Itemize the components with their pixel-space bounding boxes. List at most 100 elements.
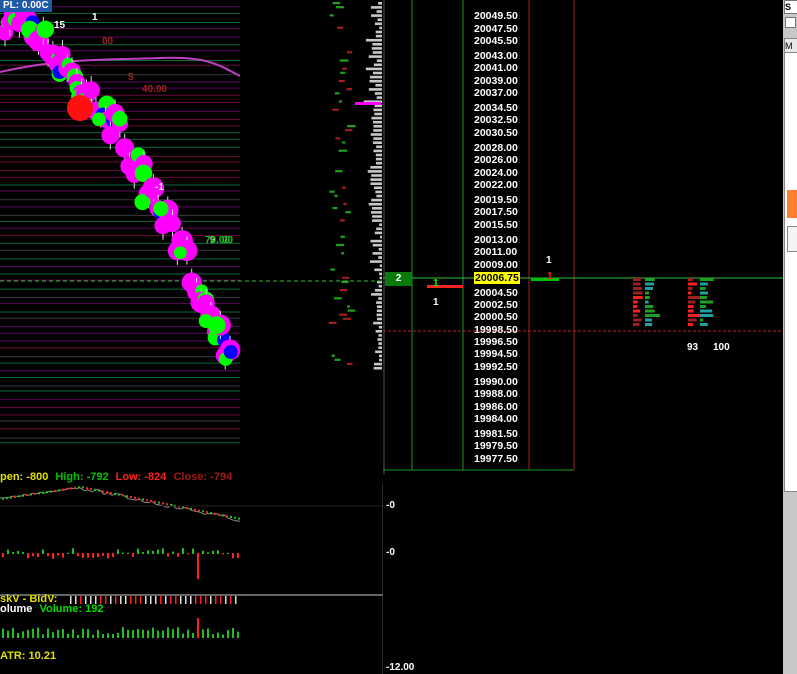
footprint-bid-cell — [633, 300, 638, 304]
volume-value: 192 — [85, 603, 104, 615]
price-level[interactable]: 20039.00 — [474, 75, 518, 87]
delta-profile-bar — [346, 51, 353, 54]
askbid-tick — [150, 596, 152, 604]
bid-size-cell[interactable]: 1 — [433, 278, 439, 289]
footprint-ask-cell — [700, 305, 706, 308]
delta-histogram-bar — [52, 553, 54, 559]
panel-list[interactable] — [784, 52, 797, 492]
delta-profile-bar — [338, 100, 343, 103]
price-level[interactable]: 19994.50 — [474, 348, 518, 360]
ohlc-indicator-dot — [98, 489, 100, 492]
current-price-cell[interactable]: 20006.75 — [474, 272, 520, 284]
volume-bar — [192, 632, 194, 638]
price-level[interactable]: 19981.50 — [474, 428, 518, 440]
ohlc-indicator-dot — [138, 497, 140, 500]
price-level[interactable]: 20009.00 — [474, 259, 518, 271]
ask-size-cell[interactable]: 1 — [547, 271, 553, 282]
volume-profile-bar — [377, 338, 382, 341]
delta-histogram-bar — [107, 553, 109, 559]
open-label: pen: — [0, 471, 24, 483]
price-level[interactable]: 19992.50 — [474, 361, 518, 373]
price-level[interactable]: 20049.50 — [474, 10, 518, 22]
price-level[interactable]: 19986.00 — [474, 401, 518, 413]
dom-ladder-canvas[interactable] — [383, 0, 783, 474]
price-level[interactable]: 19988.00 — [474, 388, 518, 400]
delta-histogram-bar — [187, 553, 189, 555]
volume-profile-bar — [370, 211, 382, 214]
footprint-ask-cell — [645, 278, 655, 281]
delta-histogram-bar — [217, 550, 219, 554]
price-level[interactable]: 20002.50 — [474, 299, 518, 311]
price-level[interactable]: 20015.50 — [474, 219, 518, 231]
delta-histogram-bar — [142, 552, 144, 554]
price-level[interactable]: 20028.00 — [474, 142, 518, 154]
price-level[interactable]: 20026.00 — [474, 154, 518, 166]
panel-checkbox[interactable] — [785, 17, 796, 28]
price-level[interactable]: 20047.50 — [474, 23, 518, 35]
price-level[interactable]: 20011.00 — [474, 246, 517, 258]
price-level[interactable]: 20004.50 — [474, 287, 518, 299]
price-level[interactable]: 20041.00 — [474, 62, 518, 74]
askbid-tick — [105, 596, 107, 604]
price-level[interactable]: 20043.00 — [474, 50, 518, 62]
price-level[interactable]: 20017.50 — [474, 206, 518, 218]
delta-histogram-bar — [7, 549, 9, 554]
askbid-tick — [180, 596, 182, 604]
position-qty-badge[interactable]: 2 — [385, 272, 412, 286]
volume-bar — [72, 629, 74, 638]
delta-profile-bar — [328, 321, 337, 324]
panel-button[interactable] — [787, 226, 797, 252]
price-level[interactable]: 20030.50 — [474, 127, 518, 139]
footprint-bid-cell — [688, 309, 694, 313]
volume-bar — [147, 630, 149, 638]
volume-bar — [82, 628, 84, 638]
price-level[interactable]: 20045.50 — [474, 35, 518, 47]
volume-bar — [202, 629, 204, 638]
footprint-ask-cell — [700, 300, 714, 304]
volume-profile-bar — [379, 276, 382, 280]
price-level[interactable]: 20024.00 — [474, 167, 518, 179]
price-level[interactable]: 20037.00 — [474, 87, 518, 99]
ohlc-indicator-dot — [210, 512, 212, 514]
footprint-ask-cell — [700, 282, 708, 286]
volume-bar — [177, 627, 179, 638]
volume-profile-bar — [379, 26, 382, 30]
volume-profile-bar — [373, 366, 382, 370]
price-level[interactable]: 19998.50 — [474, 324, 518, 336]
price-level[interactable]: 19979.50 — [474, 440, 518, 452]
right-side-panel[interactable]: S M — [783, 0, 797, 674]
price-level[interactable]: 20019.50 — [474, 194, 518, 206]
top-input[interactable]: S — [784, 0, 797, 14]
price-level[interactable]: 19984.00 — [474, 413, 518, 425]
axis-label-zero-1: -0 — [386, 500, 395, 511]
indicator-panels[interactable] — [0, 484, 383, 674]
panel-orange-button[interactable] — [787, 190, 797, 218]
askbid-tick — [220, 596, 222, 604]
price-level[interactable]: 19977.50 — [474, 453, 518, 465]
price-level[interactable]: 20013.00 — [474, 234, 518, 246]
volume-profile-bar — [370, 178, 382, 181]
price-level[interactable]: 20032.50 — [474, 114, 518, 126]
ohlc-indicator-dot — [226, 515, 228, 518]
price-level[interactable]: 19990.00 — [474, 376, 518, 388]
volume-profile-bar — [371, 47, 382, 50]
price-level[interactable]: 20034.50 — [474, 102, 518, 114]
volume-profile-bar — [379, 272, 382, 276]
price-level[interactable]: 20022.00 — [474, 179, 518, 191]
volume-bar — [232, 628, 234, 638]
volume-profile-bar — [374, 186, 382, 190]
volume-bar — [102, 634, 104, 638]
price-chart-canvas[interactable]: 15100540.009-170.0000 — [0, 0, 383, 470]
delta-histogram-bar — [37, 553, 39, 558]
delta-profile-bar — [339, 219, 345, 222]
footprint-ask-cell — [645, 309, 655, 313]
volume-bar — [77, 634, 79, 638]
large-trade-bubble — [223, 345, 238, 360]
atr-readout: ATR: 10.21 — [0, 650, 56, 662]
price-ladder[interactable]: 20049.50 20047.50 20045.50 20043.00 20041.00… — [474, 10, 530, 472]
price-level[interactable]: 19996.50 — [474, 336, 518, 348]
delta-histogram-bar — [12, 552, 14, 554]
price-level[interactable]: 20000.50 — [474, 311, 518, 323]
price-chart-panel[interactable]: 15 1 00 5 40.00 9 -1 70.00 00 PL: 0.00C — [0, 0, 383, 470]
volume-bar — [167, 627, 169, 638]
